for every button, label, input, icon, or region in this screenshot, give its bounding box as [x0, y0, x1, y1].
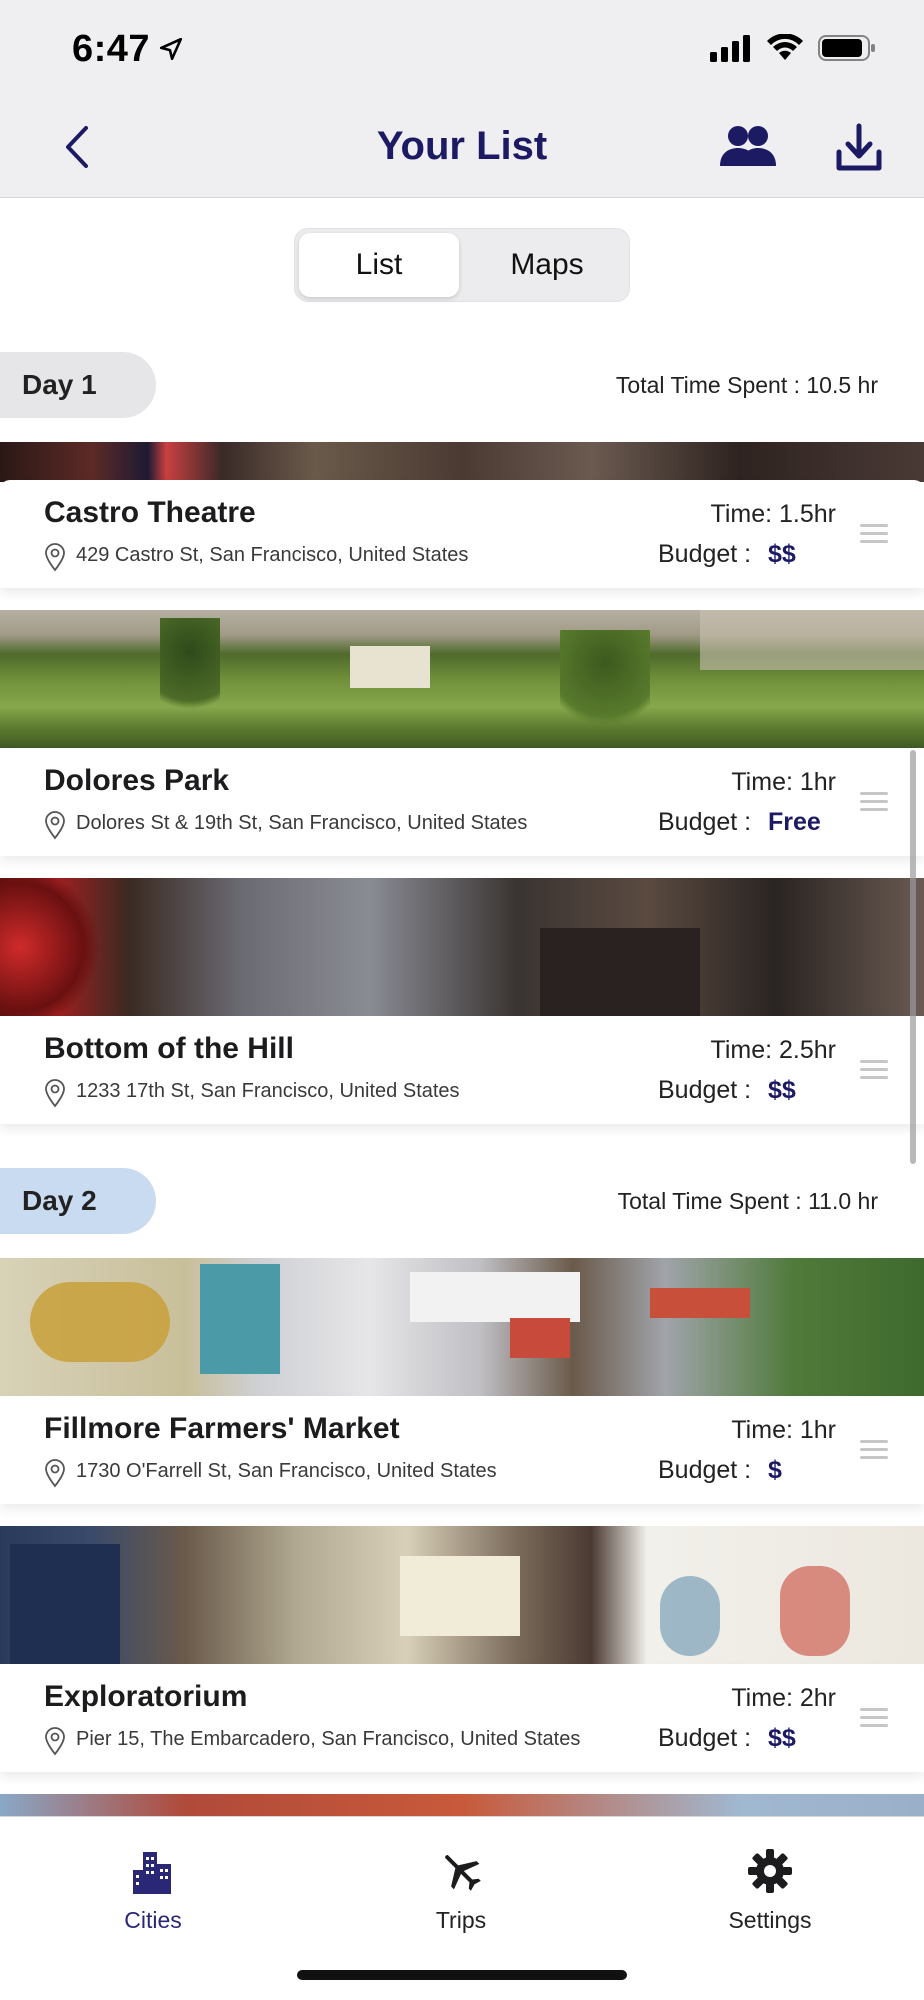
next-place-photo: [0, 1794, 924, 1818]
place-name: Bottom of the Hill: [44, 1032, 294, 1065]
status-time: 6:47: [72, 28, 151, 70]
location-pin-icon: [45, 543, 65, 572]
drag-handle-icon[interactable]: [860, 1440, 888, 1464]
place-address: 1233 17th St, San Francisco, United Stat…: [76, 1080, 460, 1102]
tab-settings-label: Settings: [728, 1907, 812, 1933]
city-buildings-icon: [133, 1852, 171, 1894]
view-segmented-control: List Maps: [294, 228, 630, 302]
budget-label: Budget :: [658, 1724, 752, 1752]
gear-icon: [748, 1849, 792, 1893]
tab-cities[interactable]: Cities: [73, 1845, 233, 1934]
status-bar: 6:47: [0, 0, 924, 100]
place-name: Exploratorium: [44, 1680, 248, 1713]
place-time: Time: 2.5hr: [710, 1036, 836, 1064]
place-card-fillmore-farmers-market[interactable]: Fillmore Farmers' Market 1730 O'Farrell …: [0, 1396, 924, 1504]
budget-value: $$: [768, 1724, 796, 1752]
home-indicator: [297, 1970, 627, 1980]
place-name: Castro Theatre: [44, 496, 256, 529]
place-address: Dolores St & 19th St, San Francisco, Uni…: [76, 812, 528, 834]
download-icon[interactable]: [834, 120, 884, 176]
day-2-total-time: Total Time Spent : 11.0 hr: [617, 1188, 878, 1214]
tab-cities-label: Cities: [124, 1907, 182, 1933]
drag-handle-icon[interactable]: [860, 792, 888, 816]
location-arrow-icon: [159, 37, 183, 61]
budget-value: $$: [768, 1076, 796, 1104]
signal-icon: [710, 35, 750, 62]
segment-list-button[interactable]: List: [299, 233, 459, 297]
place-card-dolores-park[interactable]: Dolores Park Dolores St & 19th St, San F…: [0, 748, 924, 856]
budget-label: Budget :: [658, 808, 752, 836]
place-address: 1730 O'Farrell St, San Francisco, United…: [76, 1460, 497, 1482]
budget-value: Free: [768, 808, 821, 836]
place-time: Time: 1hr: [731, 1416, 836, 1444]
scroll-indicator[interactable]: [910, 750, 916, 1164]
page-title: Your List: [376, 124, 548, 168]
tab-trips[interactable]: Trips: [381, 1845, 541, 1934]
day-1-label: Day 1: [0, 352, 156, 418]
place-name: Dolores Park: [44, 764, 230, 797]
day-2-label: Day 2: [0, 1168, 156, 1234]
location-pin-icon: [45, 1079, 65, 1108]
place-card-exploratorium[interactable]: Exploratorium Pier 15, The Embarcadero, …: [0, 1664, 924, 1772]
place-card-bottom-of-the-hill[interactable]: Bottom of the Hill 1233 17th St, San Fra…: [0, 1016, 924, 1124]
nav-header: Your List: [0, 100, 924, 198]
budget-label: Budget :: [658, 1076, 752, 1104]
fillmore-farmers-market-photo: [0, 1258, 924, 1396]
place-address: Pier 15, The Embarcadero, San Francisco,…: [76, 1728, 581, 1750]
battery-icon: [818, 35, 875, 61]
castro-theatre-photo: [0, 442, 924, 482]
exploratorium-photo: [0, 1526, 924, 1664]
place-time: Time: 2hr: [731, 1684, 836, 1712]
budget-label: Budget :: [658, 540, 752, 568]
bottom-of-the-hill-photo: [0, 878, 924, 1016]
tab-trips-label: Trips: [435, 1907, 487, 1933]
airplane-icon: [445, 1855, 481, 1891]
segment-maps-button[interactable]: Maps: [467, 233, 627, 297]
location-pin-icon: [45, 811, 65, 840]
location-pin-icon: [45, 1727, 65, 1756]
budget-value: $$: [768, 540, 796, 568]
budget-value: $: [768, 1456, 782, 1484]
wifi-icon: [767, 34, 803, 60]
place-time: Time: 1.5hr: [710, 500, 836, 528]
day-1-total-time: Total Time Spent : 10.5 hr: [615, 372, 878, 398]
place-card-castro-theatre[interactable]: Castro Theatre 429 Castro St, San Franci…: [0, 480, 924, 588]
budget-label: Budget :: [658, 1456, 752, 1484]
location-pin-icon: [45, 1459, 65, 1488]
place-time: Time: 1hr: [731, 768, 836, 796]
place-address: 429 Castro St, San Francisco, United Sta…: [76, 544, 469, 566]
drag-handle-icon[interactable]: [860, 524, 888, 548]
drag-handle-icon[interactable]: [860, 1708, 888, 1732]
drag-handle-icon[interactable]: [860, 1060, 888, 1084]
tab-settings[interactable]: Settings: [690, 1845, 850, 1934]
dolores-park-photo: [0, 610, 924, 748]
group-people-icon[interactable]: [718, 120, 778, 176]
place-name: Fillmore Farmers' Market: [44, 1412, 400, 1445]
